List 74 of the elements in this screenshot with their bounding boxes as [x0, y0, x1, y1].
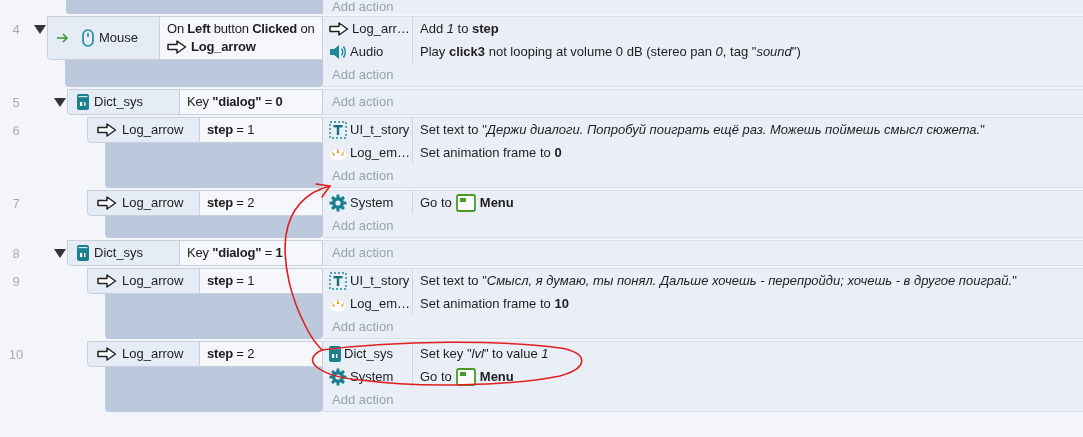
- settings-icon: [329, 193, 347, 212]
- add-action-link[interactable]: Add action: [332, 91, 394, 112]
- text-object-icon: [329, 120, 347, 139]
- add-action-link[interactable]: Add action: [332, 316, 394, 337]
- add-action-link[interactable]: Add action: [332, 242, 394, 263]
- line-number: 5: [12, 95, 20, 110]
- condition-block[interactable]: Dict_sys Key "dialog" = 1: [67, 240, 323, 266]
- condition-text: Key "dialog" = 1: [187, 244, 284, 262]
- object-name: Dict_sys: [344, 344, 394, 363]
- object-name: System: [350, 367, 394, 386]
- action-text: Set text to "Смысл, я думаю, ты понял. Дальше хочешь - перепройди; хочешь - в другое поиграй.": [420, 271, 1017, 290]
- object-name: Menu: [479, 193, 514, 212]
- condition-text: step = 2: [207, 345, 256, 363]
- object-name: Log_arrow: [191, 38, 256, 56]
- condition-block[interactable]: Log_arrow step = 2: [87, 190, 323, 216]
- object-name: Log_arrow: [122, 345, 184, 364]
- add-action-link[interactable]: Add action: [332, 0, 394, 14]
- action-text: Set text to "Держи диалоги. Попробуй поиграть ещё раз. Можешь поймешь смысл сюжета.": [420, 120, 985, 139]
- action-text: Set key "lvl" to value 1: [420, 344, 549, 363]
- add-action-link[interactable]: Add action: [332, 389, 394, 410]
- object-name: Log_arrow: [122, 272, 184, 291]
- object-name: Log_em…: [350, 143, 410, 162]
- line-number: 7: [12, 196, 20, 211]
- object-name: Mouse: [99, 29, 139, 48]
- add-action-link[interactable]: Add action: [332, 165, 394, 186]
- object-name: Log_em…: [350, 294, 410, 313]
- condition-text: step = 1: [207, 272, 256, 290]
- object-name: Dict_sys: [94, 244, 144, 263]
- layout-icon: [455, 367, 476, 386]
- condition-text: Key "dialog" = 0: [187, 93, 284, 111]
- condition-block[interactable]: Dict_sys Key "dialog" = 0: [67, 89, 323, 115]
- layout-icon: [455, 193, 476, 212]
- add-action-link[interactable]: Add action: [332, 215, 394, 236]
- arrow-icon: [97, 123, 117, 137]
- condition-text: On Left button Clicked on: [167, 20, 315, 38]
- arrow-icon: [167, 40, 187, 54]
- object-name: UI_t_story: [350, 120, 410, 139]
- object-name: Dict_sys: [94, 93, 144, 112]
- dictionary-icon: [77, 94, 89, 110]
- line-number: 8: [12, 246, 20, 261]
- action-text: Play click3 not looping at volume 0 dB (stereo pan 0, tag "sound"): [420, 42, 801, 61]
- condition-text: step = 1: [207, 121, 256, 139]
- condition-block[interactable]: Log_arrow step = 1: [87, 117, 323, 143]
- arrow-icon: [97, 196, 117, 210]
- action-text: Go to: [420, 367, 452, 386]
- line-number: 10: [8, 347, 24, 362]
- object-name: System: [350, 193, 394, 212]
- object-name: Audio: [350, 42, 384, 61]
- object-name: Log_arrow: [122, 194, 184, 213]
- condition-block[interactable]: Log_arrow step = 1: [87, 268, 323, 294]
- line-number: 6: [12, 123, 20, 138]
- mouse-icon: [82, 29, 94, 47]
- object-name: Menu: [479, 367, 514, 386]
- arrow-icon: [97, 274, 117, 288]
- condition-text: step = 2: [207, 194, 256, 212]
- arrow-icon: [97, 347, 117, 361]
- condition-block[interactable]: Log_arrow step = 2: [87, 341, 323, 367]
- action-text: Go to: [420, 193, 452, 212]
- dictionary-icon: [329, 345, 341, 362]
- arrow-icon: [329, 21, 349, 36]
- add-action-link[interactable]: Add action: [332, 64, 394, 85]
- speaker-icon: [329, 43, 347, 60]
- line-number: 4: [12, 22, 20, 37]
- object-name: UI_t_story: [350, 271, 410, 290]
- action-text: Set animation frame to 10: [420, 294, 569, 313]
- action-text: Add 1 to step: [420, 19, 499, 38]
- action-text: Set animation frame to 0: [420, 143, 562, 162]
- object-name: Log_arr…: [352, 19, 410, 38]
- line-number: 9: [12, 274, 20, 289]
- object-name: Log_arrow: [122, 121, 184, 140]
- text-object-icon: [329, 271, 347, 290]
- settings-icon: [329, 367, 347, 386]
- condition-block[interactable]: Mouse On Left button Clicked on Log_arrow: [47, 16, 323, 60]
- dictionary-icon: [77, 245, 89, 261]
